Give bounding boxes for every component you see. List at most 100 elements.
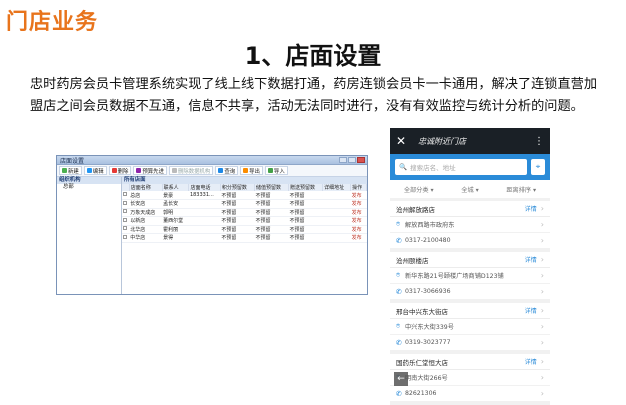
filter-city[interactable]: 全城 ▾ [461, 185, 478, 194]
row-checkbox[interactable] [122, 233, 130, 243]
table-cell [322, 208, 351, 217]
detail-link[interactable]: 详情 [525, 255, 537, 264]
delete-button[interactable]: 删除 [108, 166, 132, 175]
table-column-header[interactable]: 储值预留数 [254, 184, 290, 191]
store-address: 中兴东大街339号 [405, 324, 454, 331]
store-address: 明南大街266号 [405, 375, 448, 382]
query-button[interactable]: 查询 [215, 166, 239, 175]
checkbox-icon[interactable] [123, 192, 127, 196]
table-cell [188, 233, 221, 243]
close-icon[interactable]: ✕ [396, 134, 406, 148]
store-address-row[interactable]: ⌾明南大街266号› [390, 370, 550, 386]
checkbox-icon[interactable] [123, 200, 127, 205]
table-row[interactable]: 总店 景豪 183331... 不预留 不预留 不预留 发布 [122, 191, 367, 200]
chevron-right-icon: › [540, 271, 544, 280]
table-cell [322, 216, 351, 226]
table-column-header[interactable]: 赠送预留数 [288, 184, 324, 191]
filter-sort[interactable]: 距离排序 ▾ [506, 185, 536, 194]
publish-action[interactable]: 发布 [350, 208, 367, 217]
publish-action[interactable]: 发布 [350, 233, 367, 243]
store-address-row[interactable]: ⌾ 解放西路市政府东 › [390, 217, 550, 233]
table-row[interactable]: 以新店 董西尔堂 不预留 不预留 不预留 发布 [122, 216, 367, 226]
detail-link[interactable]: 详情 [525, 306, 537, 315]
checkbox-icon[interactable] [123, 234, 127, 239]
table-cell [188, 225, 221, 234]
minimize-icon[interactable] [339, 157, 347, 163]
row-checkbox[interactable] [122, 199, 130, 209]
store-name-row[interactable]: 沧州颐楼店 详情 › [390, 252, 550, 268]
tree-item-hq[interactable]: 总部 [57, 184, 121, 191]
checkbox-icon[interactable] [123, 226, 127, 231]
store-phone-row[interactable]: ✆ 82621306 › [390, 386, 550, 402]
store-grid-header: 所有店面 [122, 177, 367, 184]
store-name: 沧州颐楼店 [396, 256, 429, 265]
row-checkbox[interactable] [122, 191, 130, 200]
location-pin-icon[interactable]: ⌖ [531, 159, 545, 175]
table-column-header[interactable]: 详细地址 [322, 184, 352, 191]
publish-action[interactable]: 发布 [350, 225, 367, 234]
store-phone: 0317-2100480 [405, 237, 451, 244]
checkbox-icon[interactable] [123, 217, 127, 222]
maximize-icon[interactable] [348, 157, 356, 163]
store-table: 店面名称 联系人 店面电话 积分预留数 储值预留数 赠送预留数 详细地址 操作 总店 景豪 183… [122, 184, 367, 243]
close-icon[interactable] [357, 157, 365, 163]
detail-link[interactable]: 详情 [525, 357, 537, 366]
section-title: 门店业务 [6, 10, 99, 35]
publish-action[interactable]: 发布 [350, 199, 367, 209]
table-header-row: 店面名称 联系人 店面电话 积分预留数 储值预留数 赠送预留数 详细地址 操作 [122, 184, 367, 191]
table-cell [322, 199, 351, 209]
store-phone-row[interactable]: ✆ 0317-3066936 › [390, 284, 550, 300]
table-column-header[interactable]: 店面电话 [188, 184, 221, 191]
table-row[interactable]: 中华店 景得 不预留 不预留 不预留 发布 [122, 233, 367, 243]
new-button[interactable]: 新建 [59, 166, 82, 175]
more-icon[interactable]: ⋮ [534, 136, 544, 147]
store-name-row[interactable]: 沧州解放路店 详情 › [390, 201, 550, 217]
chevron-right-icon: › [540, 204, 544, 213]
budget-button[interactable]: 预算先进 [133, 166, 167, 175]
store-phone-row[interactable]: ✆ 0319-3023777 › [390, 335, 550, 351]
export-icon [243, 168, 249, 173]
phone-icon: ✆ [396, 236, 402, 245]
remove-org-button[interactable]: 删除数据机构 [168, 166, 214, 175]
location-icon: ⌾ [396, 220, 401, 228]
table-row[interactable]: 长安店 孟长安 不预留 不预留 不预留 发布 [122, 199, 367, 209]
table-column-header[interactable]: 操作 [350, 184, 367, 191]
table-column-header[interactable] [122, 184, 130, 191]
row-checkbox[interactable] [122, 216, 130, 226]
table-column-header[interactable]: 积分预留数 [220, 184, 255, 191]
store-address-row[interactable]: ⌾ 新华东路21号颐楼广场商铺D123铺 › [390, 268, 550, 284]
table-column-header[interactable]: 店面名称 [129, 184, 163, 191]
store-address-row[interactable]: ⌾ 中兴东大街339号 › [390, 319, 550, 335]
row-checkbox[interactable] [122, 225, 130, 234]
table-row[interactable]: 北华店 霍利丽 不预留 不预留 不预留 发布 [122, 225, 367, 234]
table-row[interactable]: 万象天成店 郭明 不预留 不预留 不预留 发布 [122, 208, 367, 217]
store-name-row[interactable]: 国药乐仁堂恒大店 详情 › [390, 354, 550, 370]
store-card[interactable]: 国药乐仁堂恒大店详情›⌾明南大街266号›✆82621306› [390, 354, 550, 402]
phone-icon: ✆ [396, 338, 402, 347]
row-checkbox[interactable] [122, 208, 130, 217]
table-cell: 霍利丽 [162, 225, 189, 234]
filter-category[interactable]: 全部分类 ▾ [404, 185, 434, 194]
store-card[interactable]: 邢台中兴东大街店 详情 › ⌾ 中兴东大街339号 › ✆ 0319-3023777 › [390, 303, 550, 351]
detail-link[interactable]: 详情 [525, 204, 537, 213]
store-list: 沧州解放路店 详情 › ⌾ 解放西路市政府东 › ✆ 0317-2100480 › 沧州颐楼店 详情… [390, 201, 550, 402]
new-icon [62, 168, 67, 173]
publish-action[interactable]: 发布 [350, 216, 367, 226]
store-search-input[interactable]: 🔍 搜索店名、地址 [395, 159, 527, 175]
table-cell: 长安店 [129, 199, 163, 209]
edit-button[interactable]: 编辑 [83, 166, 107, 175]
table-cell: 不预留 [254, 216, 289, 226]
publish-action[interactable]: 发布 [350, 191, 367, 200]
export-button[interactable]: 导出 [240, 166, 263, 175]
back-arrow-icon[interactable]: ← [394, 372, 408, 386]
table-cell: 不预留 [220, 225, 255, 234]
store-name-row[interactable]: 邢台中兴东大街店 详情 › [390, 303, 550, 319]
store-card[interactable]: 沧州颐楼店 详情 › ⌾ 新华东路21号颐楼广场商铺D123铺 › ✆ 0317-306693… [390, 252, 550, 300]
store-card[interactable]: 沧州解放路店 详情 › ⌾ 解放西路市政府东 › ✆ 0317-2100480 › [390, 201, 550, 249]
table-column-header[interactable]: 联系人 [162, 184, 190, 191]
import-button[interactable]: 导入 [264, 166, 288, 175]
table-cell: 不预留 [288, 191, 323, 200]
store-settings-window: 店面设置 新建 编辑 删除 预算先进 删除数据机构 查询 导出 导入 组织机构 … [56, 155, 368, 295]
store-phone-row[interactable]: ✆ 0317-2100480 › [390, 233, 550, 249]
checkbox-icon[interactable] [123, 209, 127, 214]
